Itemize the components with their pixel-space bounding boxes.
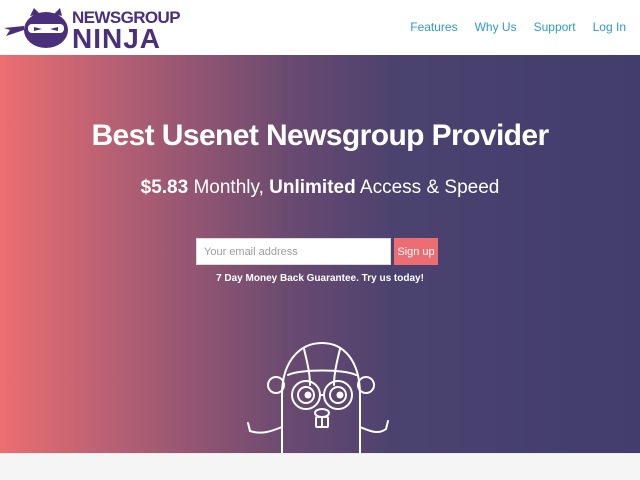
- main-nav: Features Why Us Support Log In: [410, 20, 626, 34]
- site-logo[interactable]: NEWSGROUP NINJA: [4, 6, 181, 53]
- signup-form: Sign up: [196, 238, 442, 266]
- price-text: $5.83: [140, 177, 189, 198]
- nav-why-us[interactable]: Why Us: [475, 20, 517, 34]
- access-speed-text: Access & Speed: [355, 177, 500, 198]
- monthly-text: Monthly,: [188, 177, 270, 198]
- nav-features[interactable]: Features: [410, 20, 457, 34]
- nav-support[interactable]: Support: [534, 20, 576, 34]
- unlimited-text: Unlimited: [269, 177, 356, 198]
- logo-text-bottom: NINJA: [72, 23, 162, 54]
- nav-login[interactable]: Log In: [593, 20, 626, 34]
- ninja-mask-icon: [4, 8, 68, 48]
- hero-section: Best Usenet Newsgroup Provider $5.83 Mon…: [0, 55, 640, 453]
- site-header: NEWSGROUP NINJA Features Why Us Support …: [0, 0, 640, 55]
- signup-button[interactable]: Sign up: [394, 238, 438, 265]
- gopher-mascot-icon: [247, 342, 389, 453]
- hero-title: Best Usenet Newsgroup Provider: [91, 119, 549, 152]
- hero-subtitle: $5.83 Monthly, Unlimited Access & Speed: [0, 177, 640, 199]
- email-input[interactable]: [196, 238, 391, 265]
- guarantee-text: 7 Day Money Back Guarantee. Try us today…: [216, 273, 424, 284]
- bottom-strip: [0, 453, 640, 480]
